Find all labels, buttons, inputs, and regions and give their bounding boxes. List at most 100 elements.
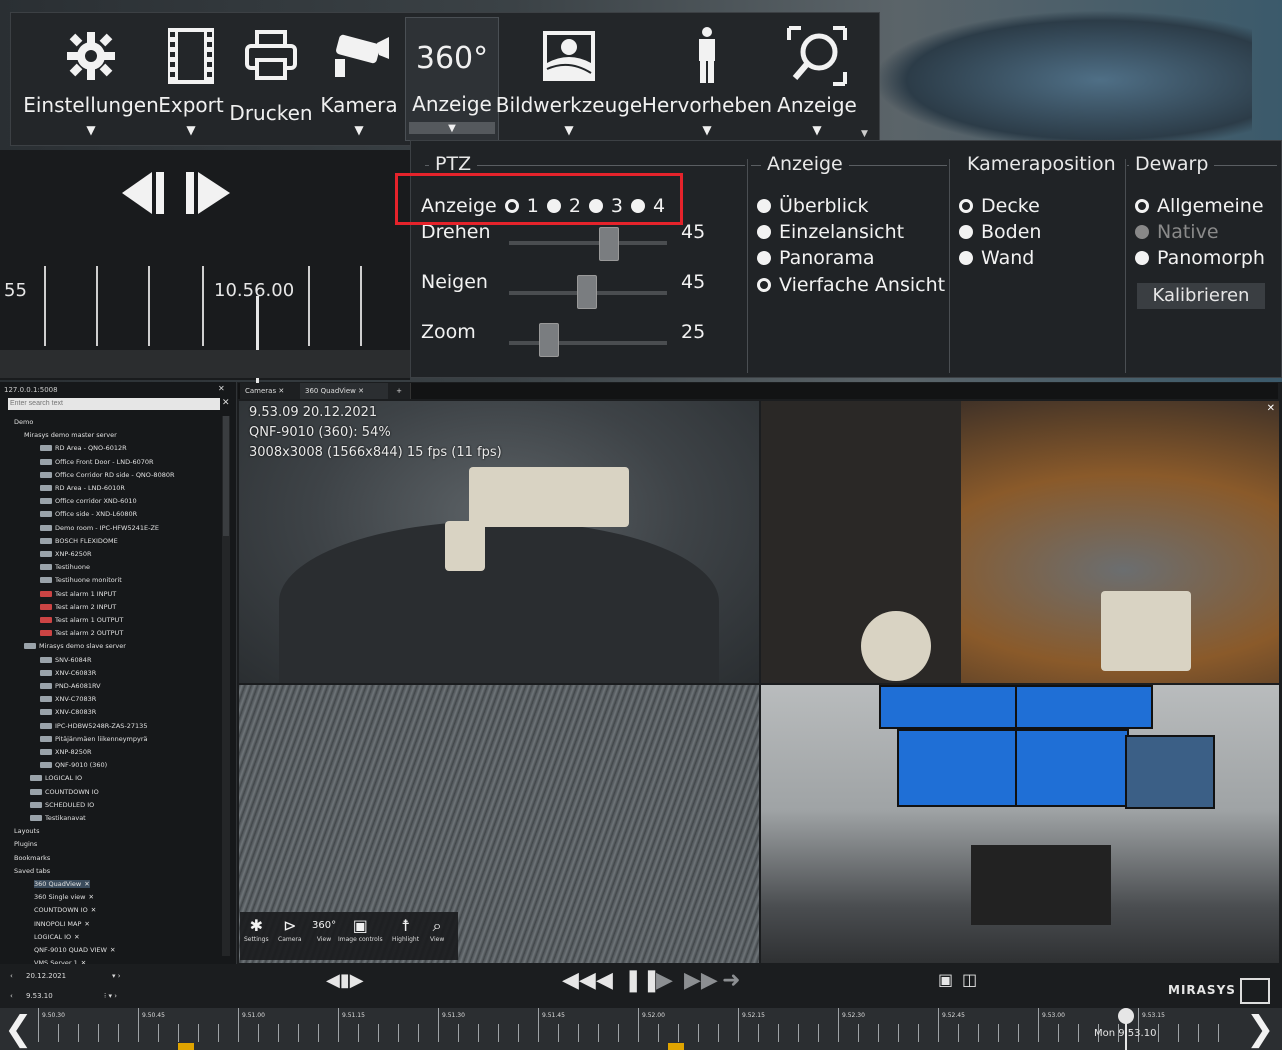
close-icon[interactable]: ✕ — [91, 906, 96, 914]
time-stepper[interactable]: ⁝ ▾ › — [104, 992, 117, 1000]
panorama-option[interactable]: Panorama — [757, 247, 875, 269]
date-stepper[interactable]: ▾ › — [112, 972, 121, 980]
tree-item[interactable]: BOSCH FLEXIDOME — [40, 537, 118, 545]
mini-camera-button[interactable]: ⊳ Camera — [278, 916, 302, 943]
tree-item[interactable]: COUNTDOWN IO ✕ — [34, 906, 96, 914]
play-backward-icon[interactable]: ◀ — [596, 968, 613, 993]
overview-option[interactable]: Überblick — [757, 195, 869, 217]
tree-item[interactable]: SNV-6084R — [40, 656, 91, 664]
tree-item[interactable]: QNF-9010 QUAD VIEW ✕ — [34, 946, 115, 954]
tree-item[interactable]: Test alarm 1 OUTPUT — [40, 616, 123, 624]
tree-item[interactable]: Plugins — [14, 840, 37, 848]
tree-item[interactable]: Bookmarks — [14, 854, 50, 862]
tilt-slider-thumb[interactable] — [577, 275, 597, 309]
tree-item[interactable]: Demo room - IPC-HFW5241E-ZE — [40, 524, 159, 532]
timeline-event-marker[interactable] — [668, 1043, 684, 1050]
pan-slider[interactable] — [509, 241, 667, 245]
fullscreen-icon[interactable] — [1240, 978, 1270, 1004]
video-tile-1[interactable]: 9.53.09 20.12.2021 QNF-9010 (360): 54% 3… — [239, 401, 759, 683]
tree-item[interactable]: 360 QuadView ✕ — [34, 880, 90, 888]
tree-item[interactable]: SCHEDULED IO — [30, 801, 94, 809]
settings-button[interactable]: Einstellungen ▼ — [21, 13, 161, 145]
close-icon[interactable]: ✕ — [358, 387, 364, 395]
general-option[interactable]: Allgemeine — [1135, 195, 1264, 217]
jump-live-icon[interactable]: ➜ — [722, 968, 740, 993]
tree-item[interactable]: 360 Single view ✕ — [34, 893, 94, 901]
360-view-button[interactable]: 360° Anzeige ▼ — [405, 17, 499, 141]
tree-item[interactable]: Saved tabs — [14, 867, 50, 875]
tree-item[interactable]: Mirasys demo slave server — [24, 642, 126, 650]
mini-zoom-view-button[interactable]: ⌕ View — [430, 916, 444, 943]
tree-item[interactable]: Office side - XND-L6080R — [40, 510, 137, 518]
image-tools-button[interactable]: Bildwerkzeuge ▼ — [496, 13, 642, 145]
tree-item[interactable]: Test alarm 2 OUTPUT — [40, 629, 123, 637]
print-button[interactable]: Drucken — [229, 13, 313, 145]
tree-item[interactable]: RD Area - QNO-6012R — [40, 444, 127, 452]
view-button[interactable]: Anzeige ▼ — [771, 13, 863, 145]
zoom-slider[interactable] — [509, 341, 667, 345]
timeline-prev-icon[interactable]: ❮ — [4, 1012, 33, 1046]
tree-item[interactable]: QNF-9010 (360) — [40, 761, 107, 769]
quad-view-option[interactable]: Vierfache Ansicht — [757, 274, 945, 296]
highlight-button[interactable]: Hervorheben ▼ — [642, 13, 772, 145]
toolbar-overflow-icon[interactable]: ▼ — [861, 129, 868, 139]
close-icon[interactable]: ✕ — [278, 387, 284, 395]
tree-item[interactable]: Test alarm 1 INPUT — [40, 590, 116, 598]
tree-item[interactable]: IPC-HDBW5248R-ZAS-27135 — [40, 722, 147, 730]
time-prev-icon[interactable]: ‹ — [10, 992, 13, 1000]
wall-option[interactable]: Wand — [959, 247, 1034, 269]
wall-radio[interactable] — [959, 251, 973, 265]
frame-step-icon[interactable]: ◀▮▶ — [326, 970, 364, 991]
tree-item[interactable]: Mirasys demo master server — [24, 431, 117, 439]
tree-item[interactable]: Office Corridor RD side - QNO-8080R — [40, 471, 175, 479]
overview-radio[interactable] — [757, 199, 771, 213]
time-scale[interactable]: 55 10.56.00 — [0, 260, 410, 384]
close-icon[interactable]: ✕ — [89, 893, 94, 901]
tile-close-icon[interactable]: ✕ — [1267, 403, 1275, 414]
close-icon[interactable]: ✕ — [84, 920, 89, 928]
playback-time[interactable]: 9.53.10 — [26, 992, 53, 1000]
tree-item[interactable]: Pitäjänmäen liikenneympyrä — [40, 735, 148, 743]
zoom-slider-thumb[interactable] — [539, 323, 559, 357]
tree-item[interactable]: Testikanavat — [30, 814, 86, 822]
tree-item[interactable]: Layouts — [14, 827, 39, 835]
tree-item[interactable]: PND-A6081RV — [40, 682, 101, 690]
tree-item[interactable]: XNV-C6083R — [40, 669, 96, 677]
close-icon[interactable]: ✕ — [74, 933, 79, 941]
general-radio[interactable] — [1135, 199, 1149, 213]
playback-date[interactable]: 20.12.2021 — [26, 972, 66, 980]
mini-image-controls-button[interactable]: ▣ Image controls — [338, 916, 383, 943]
close-icon[interactable]: ✕ — [84, 880, 89, 888]
tab-360-quadview[interactable]: 360 QuadView ✕ — [300, 383, 395, 399]
tree-item[interactable]: XNP-6250R — [40, 550, 92, 558]
floor-radio[interactable] — [959, 225, 973, 239]
layout-icon[interactable]: ◫ — [962, 970, 977, 989]
timeline-event-marker[interactable] — [178, 1043, 194, 1050]
tab-cameras[interactable]: Cameras ✕ — [240, 383, 309, 399]
panorama-radio[interactable] — [757, 251, 771, 265]
calibrate-button[interactable]: Kalibrieren — [1137, 283, 1265, 309]
tree-item[interactable]: XNV-C8083R — [40, 708, 96, 716]
tree-item[interactable]: Test alarm 2 INPUT — [40, 603, 116, 611]
tree-item[interactable]: XNV-C7083R — [40, 695, 96, 703]
sidebar-close-icon[interactable]: ✕ — [218, 384, 225, 393]
video-tile-2[interactable]: ✕ — [761, 401, 1279, 683]
mini-highlight-button[interactable]: ☨ Highlight — [392, 916, 419, 943]
tree-item[interactable]: Office Front Door - LND-6070R — [40, 458, 154, 466]
tree-item[interactable]: Demo — [14, 418, 33, 426]
export-button[interactable]: Export ▼ — [158, 13, 224, 145]
mini-settings-button[interactable]: ✱ Settings — [244, 916, 269, 943]
mini-view-button[interactable]: 360° View — [312, 916, 336, 943]
play-icon[interactable]: ▶ — [656, 968, 673, 993]
timeline-next-icon[interactable]: ❯ — [1246, 1012, 1275, 1046]
single-view-option[interactable]: Einzelansicht — [757, 221, 904, 243]
single-view-radio[interactable] — [757, 225, 771, 239]
tree-item[interactable]: Testihuone — [40, 563, 90, 571]
tree-item[interactable]: RD Area - LND-6010R — [40, 484, 125, 492]
bookmark-icon[interactable]: ▣ — [938, 970, 953, 989]
ceiling-option[interactable]: Decke — [959, 195, 1040, 217]
add-tab-button[interactable]: + — [388, 383, 411, 399]
search-input[interactable] — [8, 398, 220, 410]
fast-forward-icon[interactable]: ▶▶ — [684, 968, 718, 993]
sidebar-scrollbar[interactable] — [222, 416, 230, 956]
